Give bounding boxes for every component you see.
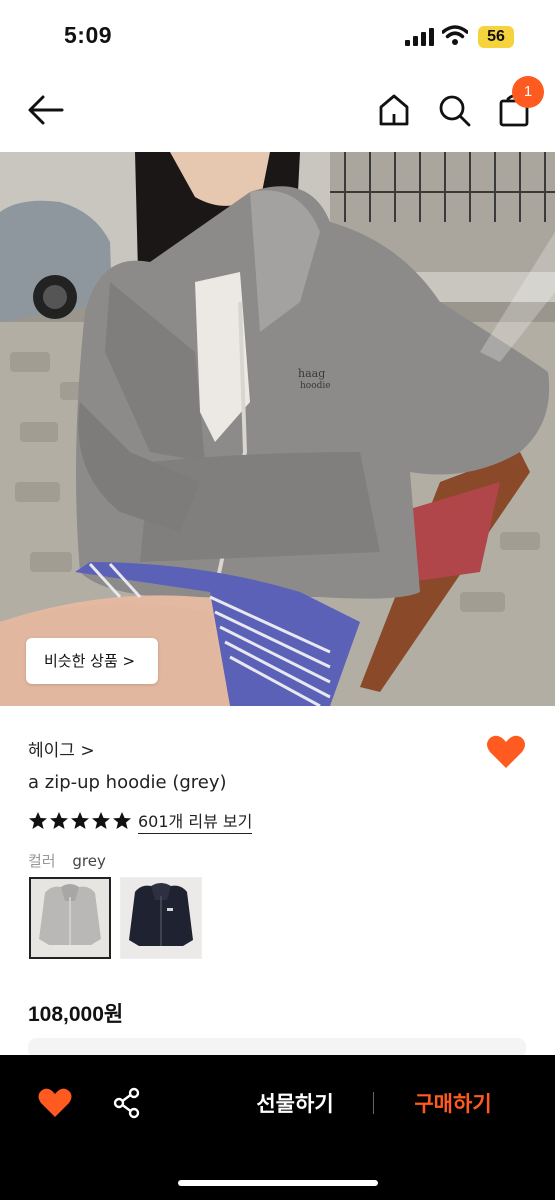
cart-count-badge: 1: [512, 76, 544, 108]
rating-row: 601개 리뷰 보기: [28, 808, 253, 834]
divider: [373, 1092, 374, 1114]
heart-icon[interactable]: [38, 1087, 72, 1119]
product-name: a zip-up hoodie (grey): [28, 772, 227, 793]
star-icon: [92, 812, 110, 829]
grey-hoodie-thumbnail: [39, 884, 101, 945]
similar-products-button[interactable]: 비슷한 상품 >: [26, 638, 158, 684]
navy-hoodie-thumbnail: [129, 883, 193, 946]
star-rating: [28, 811, 132, 831]
color-value: grey: [72, 852, 106, 870]
bottom-action-bar: 선물하기 구매하기: [0, 1055, 555, 1200]
brand-link[interactable]: 헤이그 >: [28, 736, 95, 761]
buy-button[interactable]: 구매하기: [400, 1087, 506, 1121]
signal-icon: [405, 28, 434, 46]
gift-button[interactable]: 선물하기: [240, 1087, 350, 1121]
star-icon: [71, 812, 89, 829]
color-row: 컬러 grey: [28, 850, 106, 871]
nav-bar: 1: [0, 72, 555, 152]
home-indicator: [178, 1180, 378, 1186]
search-icon[interactable]: [436, 92, 472, 128]
product-price: 108,000원: [28, 1003, 124, 1026]
star-icon: [50, 812, 68, 829]
color-swatch-navy[interactable]: [120, 877, 202, 959]
heart-icon[interactable]: [486, 734, 526, 770]
battery-icon: 56: [478, 26, 514, 48]
star-icon: [113, 812, 131, 829]
color-label: 컬러: [28, 852, 56, 870]
color-swatch-grey[interactable]: [29, 877, 111, 959]
svg-text:haag: haag: [298, 367, 325, 380]
status-time: 5:09: [64, 22, 113, 48]
star-icon: [29, 812, 47, 829]
review-link[interactable]: 601개 리뷰 보기: [138, 808, 253, 834]
status-bar: 5:09 56: [0, 0, 555, 72]
hero-product-image[interactable]: haag hoodie 비슷한 상품 >: [0, 152, 555, 706]
wifi-icon: [442, 25, 468, 45]
back-arrow-icon[interactable]: [26, 92, 66, 128]
hero-photo: haag hoodie: [0, 152, 555, 706]
svg-text:hoodie: hoodie: [300, 381, 331, 391]
home-icon[interactable]: [376, 92, 412, 128]
share-icon[interactable]: [112, 1087, 142, 1119]
